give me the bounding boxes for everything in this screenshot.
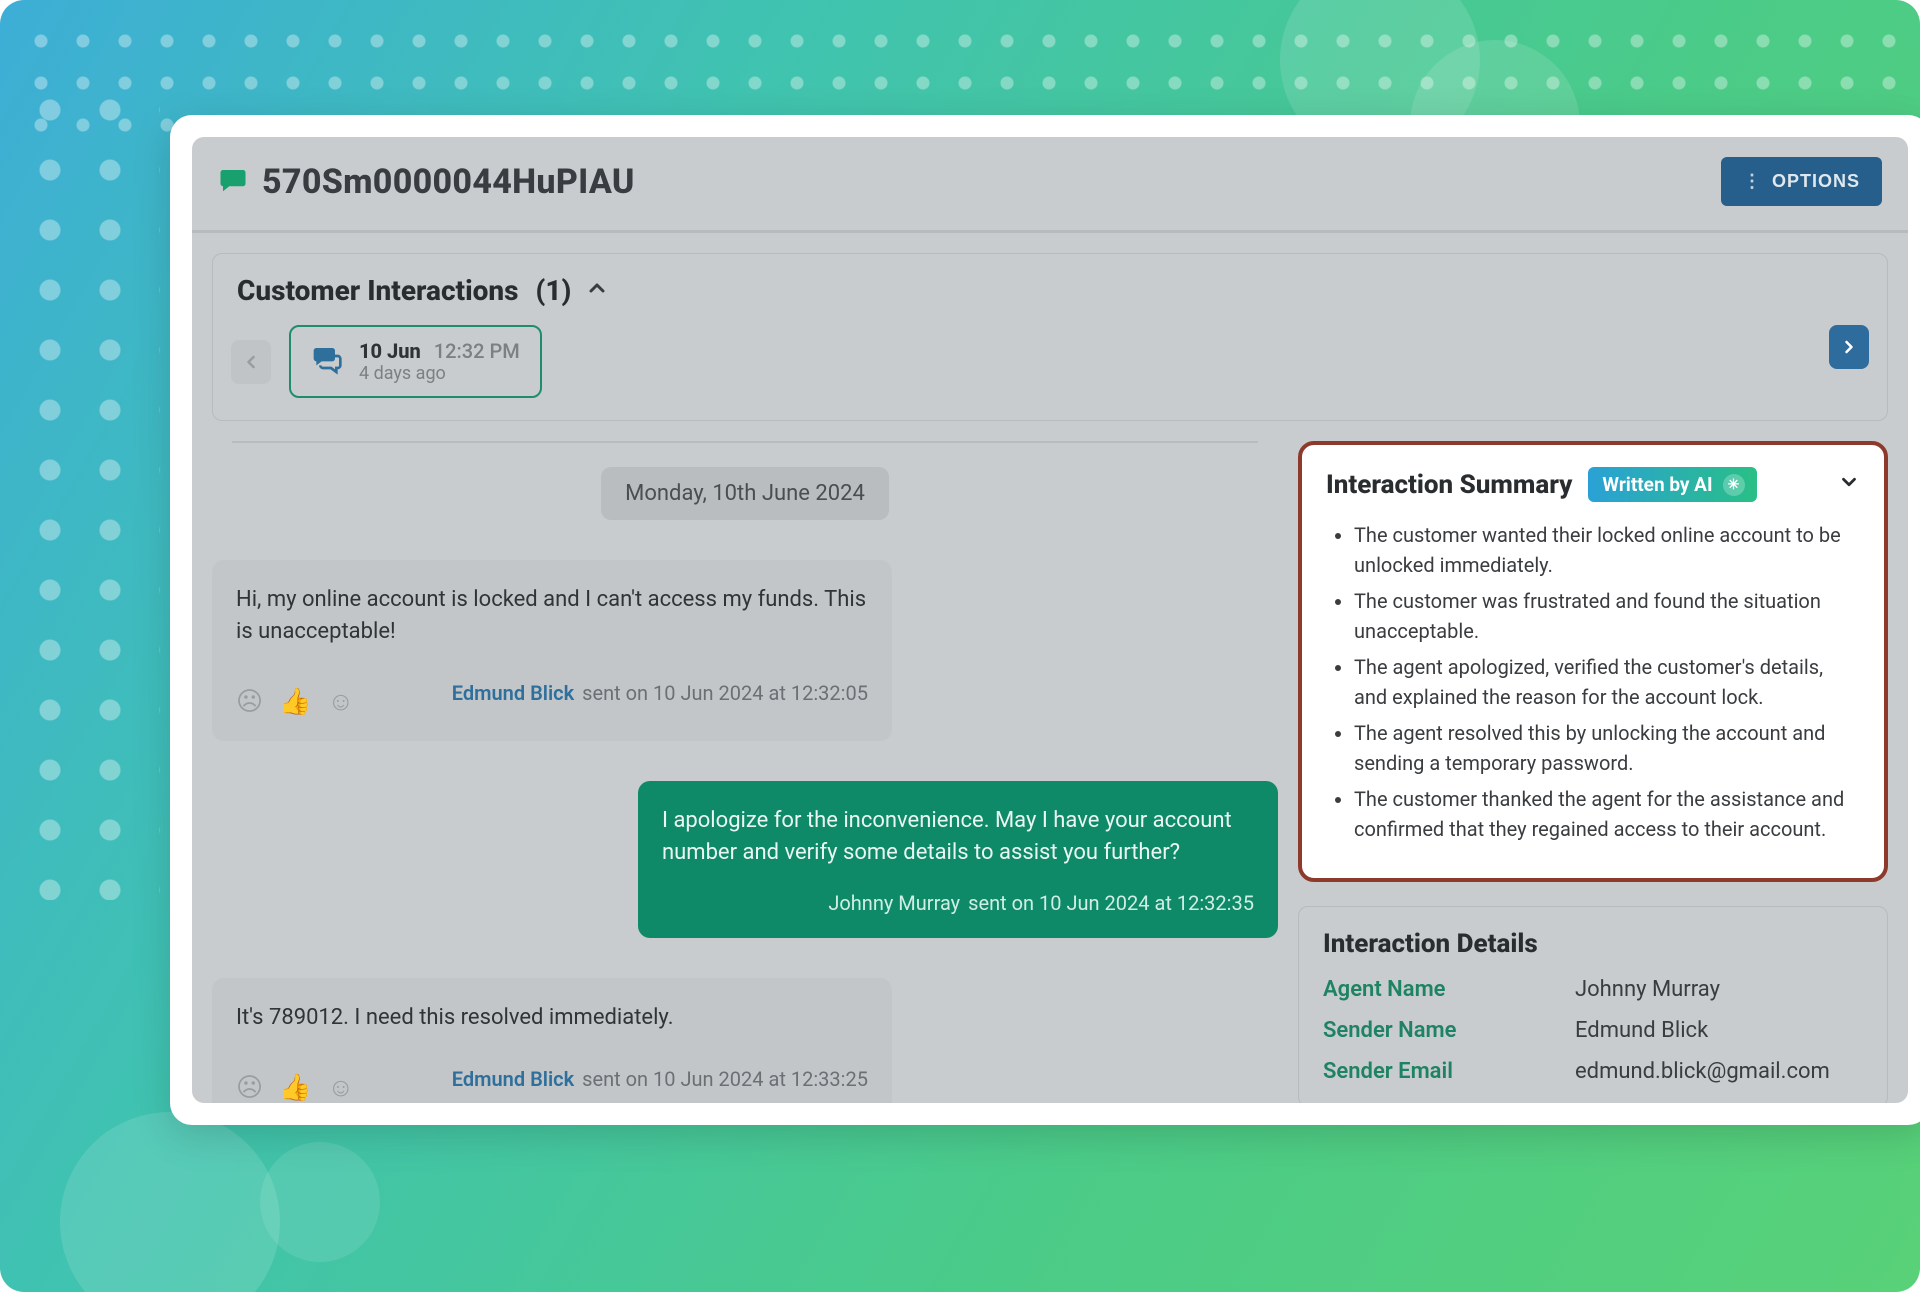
chip-time: 12:32 PM [434,339,520,363]
chip-date: 10 Jun [359,339,421,363]
message-timestamp: sent on 10 Jun 2024 at 12:32:05 [582,679,868,708]
chat-icon [218,165,248,199]
detail-value: Edmund Blick [1575,1018,1863,1043]
smile-face-icon[interactable]: ☺ [327,1070,354,1103]
thumbs-up-icon[interactable]: 👍 [279,684,311,722]
interaction-details-card: Interaction Details Agent Name Johnny Mu… [1298,906,1888,1103]
section-title-text: Customer Interactions [237,274,519,307]
interaction-chip-text: 10 Jun 12:32 PM 4 days ago [359,339,520,384]
message-text: Hi, my online account is locked and I ca… [236,584,868,648]
summary-bullet: The customer was frustrated and found th… [1354,586,1860,646]
screenshot-panel: 570Sm0000044HuPIAU ⋮ OPTIONS Customer In… [170,115,1920,1125]
message-meta: Edmund Blick sent on 10 Jun 2024 at 12:3… [452,679,868,708]
interaction-chip-line1: 10 Jun 12:32 PM [359,339,520,363]
date-pill-row: Monday, 10th June 2024 [212,467,1278,520]
detail-value: Johnny Murray [1575,977,1863,1002]
chevron-up-icon [585,276,609,306]
conversation-thread: Monday, 10th June 2024 Hi, my online acc… [192,441,1298,1103]
side-column: Interaction Summary Written by AI ✳ The … [1298,441,1908,1103]
interaction-chip[interactable]: 10 Jun 12:32 PM 4 days ago [289,325,542,398]
summary-bullet: The agent apologized, verified the custo… [1354,652,1860,712]
section-header[interactable]: Customer Interactions (1) [213,254,1887,317]
title-bar-left: 570Sm0000044HuPIAU [218,162,635,202]
summary-bullet: The customer thanked the agent for the a… [1354,784,1860,844]
decorative-bubble [60,1112,280,1292]
carousel-next-button[interactable] [1829,325,1869,369]
kebab-icon: ⋮ [1743,171,1762,192]
ai-icon: ✳ [1723,474,1745,496]
customer-interactions-section: Customer Interactions (1) [212,253,1888,421]
date-pill: Monday, 10th June 2024 [601,467,889,520]
interactions-carousel: 10 Jun 12:32 PM 4 days ago [213,317,1887,420]
detail-key: Sender Email [1323,1059,1563,1084]
app-window: 570Sm0000044HuPIAU ⋮ OPTIONS Customer In… [192,137,1908,1103]
decorative-dots [20,80,160,900]
details-grid: Agent Name Johnny Murray Sender Name Edm… [1323,977,1863,1084]
conversation-icon [311,344,343,380]
message-reactions: ☹ 👍 ☺ [236,1070,354,1103]
detail-key: Agent Name [1323,977,1563,1002]
summary-title: Interaction Summary [1326,470,1572,500]
section-title: Customer Interactions (1) [237,274,571,307]
angry-face-icon[interactable]: ☹ [236,684,263,722]
message-sender: Edmund Blick [452,679,574,708]
message-outbound: I apologize for the inconvenience. May I… [638,781,1278,938]
interaction-summary-card: Interaction Summary Written by AI ✳ The … [1298,441,1888,882]
smile-face-icon[interactable]: ☺ [327,684,354,722]
written-by-ai-badge: Written by AI ✳ [1588,467,1756,502]
message-inbound: It's 789012. I need this resolved immedi… [212,978,892,1103]
summary-bullet: The customer wanted their locked online … [1354,520,1860,580]
message-sender: Johnny Murray [828,889,960,918]
chevron-down-icon [1838,471,1860,499]
title-bar: 570Sm0000044HuPIAU ⋮ OPTIONS [192,137,1908,233]
message-text: I apologize for the inconvenience. May I… [662,805,1254,869]
record-id: 570Sm0000044HuPIAU [262,162,635,202]
thumbs-up-icon[interactable]: 👍 [279,1070,311,1103]
summary-header[interactable]: Interaction Summary Written by AI ✳ [1326,467,1860,502]
message-timestamp: sent on 10 Jun 2024 at 12:32:35 [968,889,1254,918]
body: Monday, 10th June 2024 Hi, my online acc… [192,441,1908,1103]
message-sender: Edmund Blick [452,1065,574,1094]
divider [232,441,1258,443]
detail-key: Sender Name [1323,1018,1563,1043]
message-reactions: ☹ 👍 ☺ [236,684,354,722]
chip-relative: 4 days ago [359,363,520,384]
message-footer: ☹ 👍 ☺ Edmund Blick sent on 10 Jun 2024 a… [236,666,868,722]
decorative-bubble [260,1142,380,1262]
message-inbound: Hi, my online account is locked and I ca… [212,560,892,741]
message-timestamp: sent on 10 Jun 2024 at 12:33:25 [582,1065,868,1094]
detail-value: edmund.blick@gmail.com [1575,1059,1863,1084]
message-text: It's 789012. I need this resolved immedi… [236,1002,868,1034]
angry-face-icon[interactable]: ☹ [236,1070,263,1103]
message-meta: Edmund Blick sent on 10 Jun 2024 at 12:3… [452,1065,868,1094]
summary-bullet: The agent resolved this by unlocking the… [1354,718,1860,778]
options-button[interactable]: ⋮ OPTIONS [1721,157,1882,206]
message-meta: Johnny Murray sent on 10 Jun 2024 at 12:… [662,889,1254,918]
ai-badge-text: Written by AI [1602,473,1712,496]
summary-list: The customer wanted their locked online … [1326,520,1860,844]
message-footer: ☹ 👍 ☺ Edmund Blick sent on 10 Jun 2024 a… [236,1052,868,1103]
details-title: Interaction Details [1323,929,1863,959]
carousel-prev-button[interactable] [231,340,271,384]
options-label: OPTIONS [1772,171,1860,192]
section-count: (1) [536,274,572,307]
decorative-background: 570Sm0000044HuPIAU ⋮ OPTIONS Customer In… [0,0,1920,1292]
